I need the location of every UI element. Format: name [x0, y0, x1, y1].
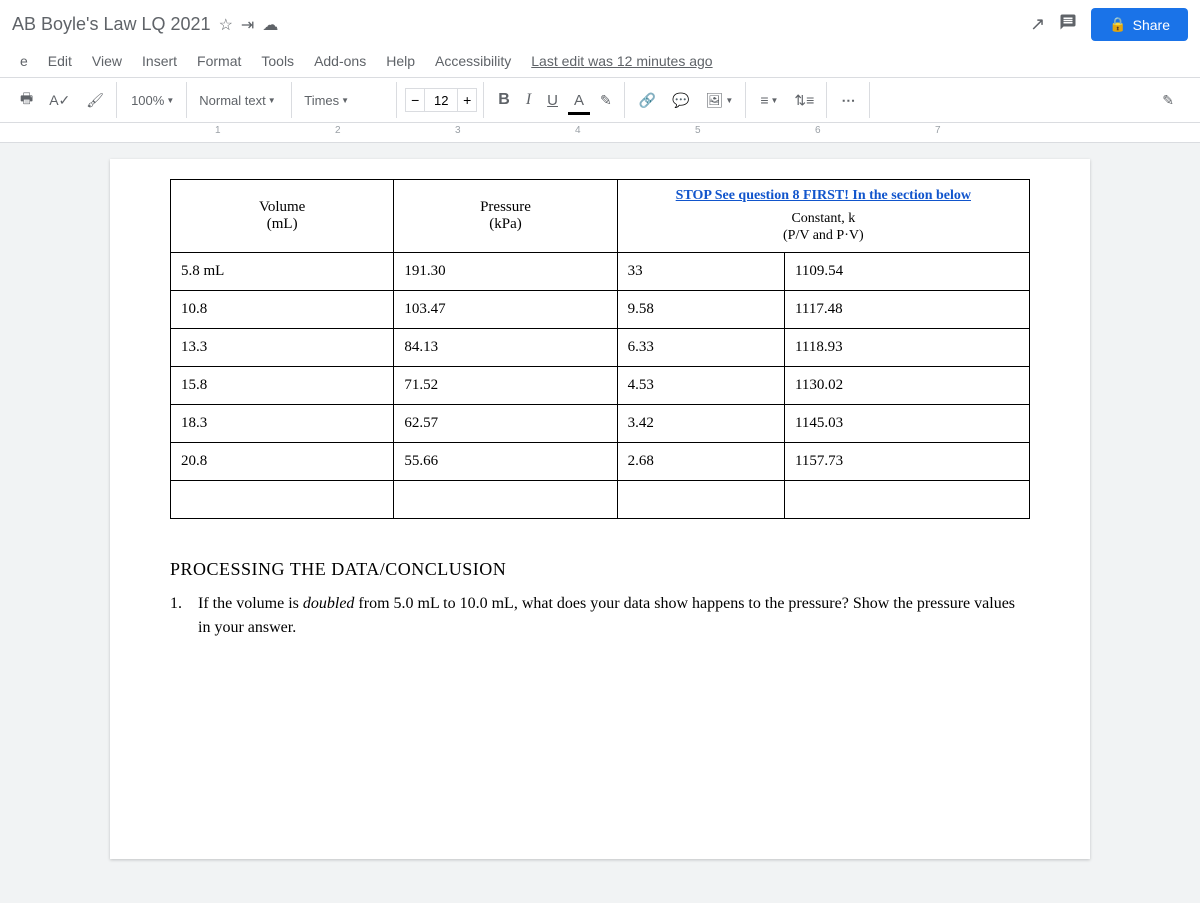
font-size-input[interactable] [425, 88, 457, 112]
font-size-increase[interactable]: + [457, 88, 477, 112]
menu-format[interactable]: Format [189, 49, 249, 73]
document-canvas[interactable]: Volume (mL) Pressure (kPa) STOP See ques… [0, 143, 1200, 903]
star-icon[interactable]: ☆ [219, 15, 233, 35]
link-icon[interactable]: 🔗 [633, 88, 662, 113]
ruler-mark: 3 [455, 125, 461, 136]
comment-history-icon[interactable] [1059, 13, 1077, 36]
italic-button[interactable]: I [520, 87, 537, 113]
ruler-mark: 1 [215, 125, 221, 136]
constant-label: Constant, k [791, 211, 855, 226]
stop-note: STOP See question 8 FIRST! In the sectio… [628, 188, 1019, 204]
menu-file[interactable]: e [12, 49, 36, 73]
activity-icon[interactable]: ↗ [1030, 14, 1045, 35]
cloud-icon[interactable]: ☁ [262, 15, 278, 35]
question-1[interactable]: 1. If the volume is doubled from 5.0 mL … [170, 592, 1030, 640]
toolbar: 🖶 A✓ 🖌 100% ▼ Normal text ▼ Times ▼ − + … [0, 77, 1200, 123]
print-icon[interactable]: 🖶 [14, 84, 39, 116]
menu-tools[interactable]: Tools [253, 49, 302, 73]
font-select[interactable]: Times ▼ [300, 91, 390, 110]
table-row [171, 481, 1030, 519]
constant-sub: (P/V and P·V) [783, 228, 864, 243]
menu-bar: e Edit View Insert Format Tools Add-ons … [0, 49, 1200, 77]
ruler[interactable]: 1 2 3 4 5 6 7 [0, 123, 1200, 143]
menu-addons[interactable]: Add-ons [306, 49, 374, 73]
menu-accessibility[interactable]: Accessibility [427, 49, 519, 73]
page[interactable]: Volume (mL) Pressure (kPa) STOP See ques… [110, 159, 1090, 859]
more-button[interactable]: ⋯ [835, 88, 863, 113]
table-row: 10.8103.479.581117.48 [171, 291, 1030, 329]
table-row: 13.384.136.331118.93 [171, 329, 1030, 367]
section-heading[interactable]: PROCESSING THE DATA/CONCLUSION [170, 559, 1030, 580]
menu-help[interactable]: Help [378, 49, 423, 73]
header-constant: STOP See question 8 FIRST! In the sectio… [617, 180, 1029, 253]
table-header-row: Volume (mL) Pressure (kPa) STOP See ques… [171, 180, 1030, 253]
ruler-mark: 2 [335, 125, 341, 136]
paint-format-icon[interactable]: 🖌 [80, 88, 110, 113]
table-row: 18.362.573.421145.03 [171, 405, 1030, 443]
ruler-mark: 6 [815, 125, 821, 136]
title-bar: AB Boyle's Law LQ 2021 ☆ ⇥ ☁ ↗ 🔒 Share [0, 0, 1200, 49]
right-actions: ↗ 🔒 Share [1030, 8, 1188, 41]
share-button[interactable]: 🔒 Share [1091, 8, 1188, 41]
question-number: 1. [170, 592, 194, 616]
editing-mode-icon[interactable]: ✎ [1156, 88, 1180, 113]
ruler-mark: 4 [575, 125, 581, 136]
line-spacing-icon[interactable]: ⇅≡ [788, 88, 820, 113]
image-icon[interactable]: 🖼 ▼ [700, 88, 740, 113]
menu-insert[interactable]: Insert [134, 49, 185, 73]
move-icon[interactable]: ⇥ [241, 15, 254, 35]
comment-icon[interactable]: 💬 [666, 88, 695, 113]
font-size-decrease[interactable]: − [405, 88, 425, 112]
ruler-mark: 7 [935, 125, 941, 136]
header-pressure: Pressure (kPa) [394, 180, 617, 253]
zoom-select[interactable]: 100% ▼ [125, 89, 180, 112]
lock-icon: 🔒 [1109, 16, 1126, 33]
paragraph-style-select[interactable]: Normal text ▼ [195, 91, 285, 110]
menu-edit[interactable]: Edit [40, 49, 80, 73]
last-edit-link[interactable]: Last edit was 12 minutes ago [531, 53, 712, 69]
align-icon[interactable]: ≡ ▼ [754, 88, 784, 112]
menu-view[interactable]: View [84, 49, 130, 73]
table-row: 15.871.524.531130.02 [171, 367, 1030, 405]
spellcheck-icon[interactable]: A✓ [43, 88, 76, 113]
share-label: Share [1133, 17, 1170, 33]
table-row: 20.855.662.681157.73 [171, 443, 1030, 481]
title-icons: ☆ ⇥ ☁ [219, 15, 279, 35]
data-table[interactable]: Volume (mL) Pressure (kPa) STOP See ques… [170, 179, 1030, 519]
header-volume: Volume (mL) [171, 180, 394, 253]
underline-button[interactable]: U [541, 88, 564, 113]
highlight-icon[interactable]: ✎ [594, 88, 618, 113]
bold-button[interactable]: B [492, 87, 516, 113]
document-title[interactable]: AB Boyle's Law LQ 2021 [12, 14, 211, 35]
text-color-button[interactable]: A [568, 88, 590, 113]
table-row: 5.8 mL191.30331109.54 [171, 253, 1030, 291]
ruler-mark: 5 [695, 125, 701, 136]
